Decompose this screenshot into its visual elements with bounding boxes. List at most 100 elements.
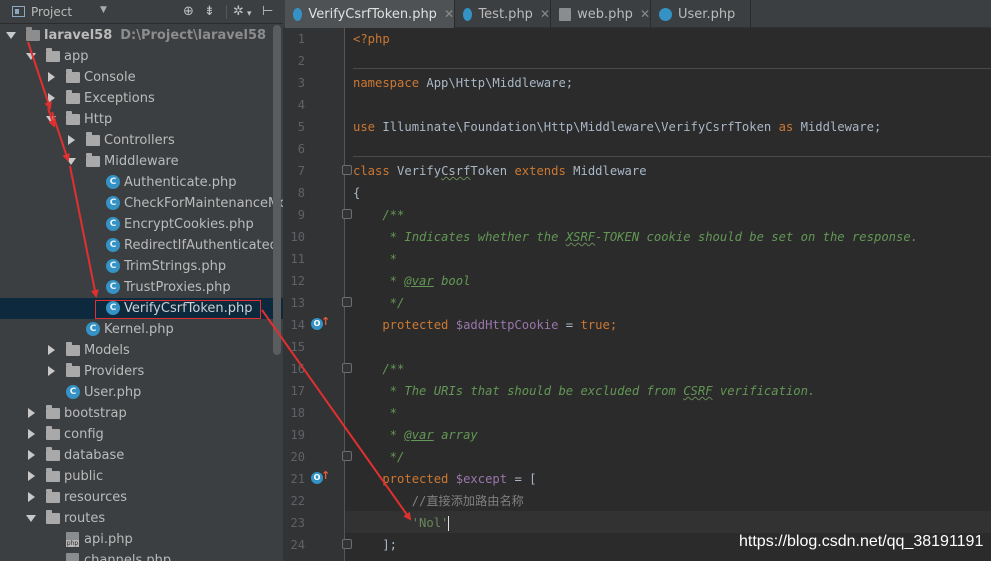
folder-icon [46, 468, 60, 482]
tree-item-user[interactable]: C User.php [0, 382, 283, 403]
tree-item-label: EncryptCookies.php [124, 217, 254, 232]
tree-item-controllers[interactable]: Controllers [0, 130, 283, 151]
tree-item-laravel58[interactable]: laravel58 D:\Project\laravel58 [0, 25, 283, 46]
tree-item-models[interactable]: Models [0, 340, 283, 361]
tab-user[interactable]: User.php [651, 0, 751, 28]
tree-item-channels[interactable]: channels.php [0, 550, 283, 561]
folder-icon [66, 342, 80, 356]
tree-item-trustproxies[interactable]: C TrustProxies.php [0, 277, 283, 298]
brace: { [353, 186, 361, 200]
expand-arrow-icon[interactable] [66, 158, 76, 165]
tree-item-authenticate[interactable]: C Authenticate.php [0, 172, 283, 193]
gear-dropdown-icon[interactable]: ▾ [247, 6, 252, 22]
tree-item-label: resources [64, 490, 128, 505]
code-line-3: namespace App\Http\Middleware; [353, 72, 573, 94]
collapse-arrow-icon[interactable] [48, 345, 55, 355]
line-number: 13 [290, 296, 305, 310]
tab-verifycsrftoken[interactable]: VerifyCsrfToken.php ✕ [285, 0, 455, 28]
up-arrow-icon: ↑ [321, 469, 331, 482]
code-line-8: { [353, 182, 360, 204]
fold-marker-icon[interactable] [342, 539, 352, 549]
line-number: 15 [290, 340, 305, 354]
collapse-arrow-icon[interactable] [68, 135, 75, 145]
class-icon [659, 7, 672, 21]
fold-marker-icon[interactable] [342, 165, 352, 175]
project-panel-title[interactable]: Project [31, 5, 72, 19]
close-icon[interactable]: ✕ [540, 7, 550, 21]
tree-item-public[interactable]: public [0, 466, 283, 487]
fold-marker-icon[interactable] [342, 209, 352, 219]
folder-icon [46, 510, 60, 524]
chevron-down-icon[interactable]: ▼ [100, 5, 107, 15]
expand-arrow-icon[interactable] [46, 116, 56, 123]
collapse-arrow-icon[interactable] [28, 408, 35, 418]
tree-item-console[interactable]: Console [0, 67, 283, 88]
php-file-icon [559, 7, 572, 21]
tree-item-config[interactable]: config [0, 424, 283, 445]
up-arrow-icon: ↑ [321, 315, 331, 328]
collapse-arrow-icon[interactable] [28, 471, 35, 481]
gear-icon[interactable]: ✲ [233, 4, 244, 20]
close-icon[interactable]: ✕ [444, 7, 454, 21]
selection-highlight-box [95, 300, 261, 319]
line-number: 1 [297, 32, 305, 46]
tree-item-trimstrings[interactable]: C TrimStrings.php [0, 256, 283, 277]
tree-item-database[interactable]: database [0, 445, 283, 466]
keyword: extends [514, 164, 566, 178]
fold-marker-icon[interactable] [342, 363, 352, 373]
tree-item-http[interactable]: Http [0, 109, 283, 130]
collapse-arrow-icon[interactable] [48, 72, 55, 82]
expand-arrow-icon[interactable] [6, 32, 16, 39]
close-icon[interactable]: ✕ [640, 7, 650, 21]
target-icon[interactable]: ⊕ [183, 4, 194, 20]
tree-item-checkformaintenancemode[interactable]: C CheckForMaintenanceMode.php [0, 193, 283, 214]
tree-item-label: Middleware [104, 154, 179, 169]
tree-item-encryptcookies[interactable]: C EncryptCookies.php [0, 214, 283, 235]
fold-marker-icon[interactable] [342, 297, 352, 307]
collapse-arrow-icon[interactable] [28, 492, 35, 502]
doc-comment: -TOKEN cookie should be set on the respo… [595, 230, 919, 244]
line-number: 7 [297, 164, 305, 178]
keyword: protected [353, 318, 456, 332]
tree-item-providers[interactable]: Providers [0, 361, 283, 382]
collapse-arrow-icon[interactable] [48, 93, 55, 103]
collapse-arrow-icon[interactable] [48, 366, 55, 376]
tree-item-redirectifauthenticated[interactable]: C RedirectIfAuthenticated.php [0, 235, 283, 256]
expand-arrow-icon[interactable] [26, 53, 36, 60]
string-literal: 'Nol' [411, 516, 449, 530]
doc-comment: * The URIs that should be excluded from [353, 384, 684, 398]
tab-web[interactable]: web.php ✕ [551, 0, 651, 28]
collapse-arrow-icon[interactable] [28, 450, 35, 460]
code-editor: VerifyCsrfToken.php ✕ Test.php ✕ web.php… [283, 0, 991, 561]
project-scrollbar[interactable] [273, 25, 281, 355]
code-area[interactable]: <?php namespace App\Http\Middleware; use… [353, 28, 991, 561]
tree-item-routes[interactable]: routes [0, 508, 283, 529]
tree-item-app[interactable]: app [0, 46, 283, 67]
collapse-arrow-icon[interactable] [28, 429, 35, 439]
line-number: 14 [290, 318, 305, 332]
hide-icon[interactable]: ⊢ [262, 4, 273, 20]
tree-item-label: TrustProxies.php [124, 280, 231, 295]
tree-item-resources[interactable]: resources [0, 487, 283, 508]
expand-arrow-icon[interactable] [26, 515, 36, 522]
tree-item-exceptions[interactable]: Exceptions [0, 88, 283, 109]
doc-tag: @var [404, 428, 434, 442]
tree-item-label: RedirectIfAuthenticated.php [124, 238, 283, 253]
tree-item-api[interactable]: api.php [0, 529, 283, 550]
folder-icon [46, 447, 60, 461]
line-number: 11 [290, 252, 305, 266]
fold-marker-icon[interactable] [342, 451, 352, 461]
tree-item-label: Providers [84, 364, 145, 379]
tree-item-label: app [64, 49, 89, 64]
tree-item-bootstrap[interactable]: bootstrap [0, 403, 283, 424]
doc-comment: /** [353, 208, 405, 222]
tree-item-kernel[interactable]: C Kernel.php [0, 319, 283, 340]
tree-item-middleware[interactable]: Middleware [0, 151, 283, 172]
tree-item-label: User.php [84, 385, 142, 400]
tab-test[interactable]: Test.php ✕ [455, 0, 551, 28]
class-icon: C [106, 217, 120, 231]
line-number: 17 [290, 384, 305, 398]
collapse-icon[interactable]: ⇟ [204, 4, 215, 20]
doc-comment: * [353, 274, 405, 288]
doc-comment: bool [433, 274, 471, 288]
